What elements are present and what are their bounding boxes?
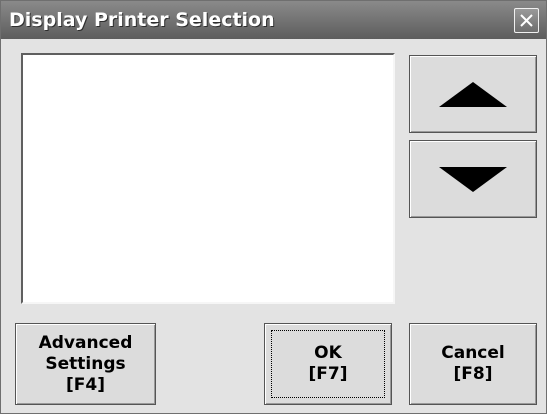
scroll-up-button[interactable] [409,55,537,133]
close-button[interactable] [514,8,539,33]
cancel-label: Cancel [F8] [441,343,505,384]
advanced-settings-label: Advanced Settings [F4] [38,332,133,395]
printer-selection-dialog: Display Printer Selection Advanced Setti… [0,0,547,414]
cancel-button[interactable]: Cancel [F8] [409,323,537,405]
ok-button[interactable]: OK [F7] [264,323,392,405]
title-bar[interactable]: Display Printer Selection [1,1,546,39]
printer-list[interactable] [21,53,395,304]
advanced-settings-button[interactable]: Advanced Settings [F4] [15,323,156,405]
triangle-down-icon [439,166,507,192]
triangle-up-icon [439,81,507,107]
dialog-title: Display Printer Selection [9,9,275,31]
ok-label: OK [F7] [308,343,348,384]
scroll-down-button[interactable] [409,140,537,218]
close-icon [520,14,533,27]
